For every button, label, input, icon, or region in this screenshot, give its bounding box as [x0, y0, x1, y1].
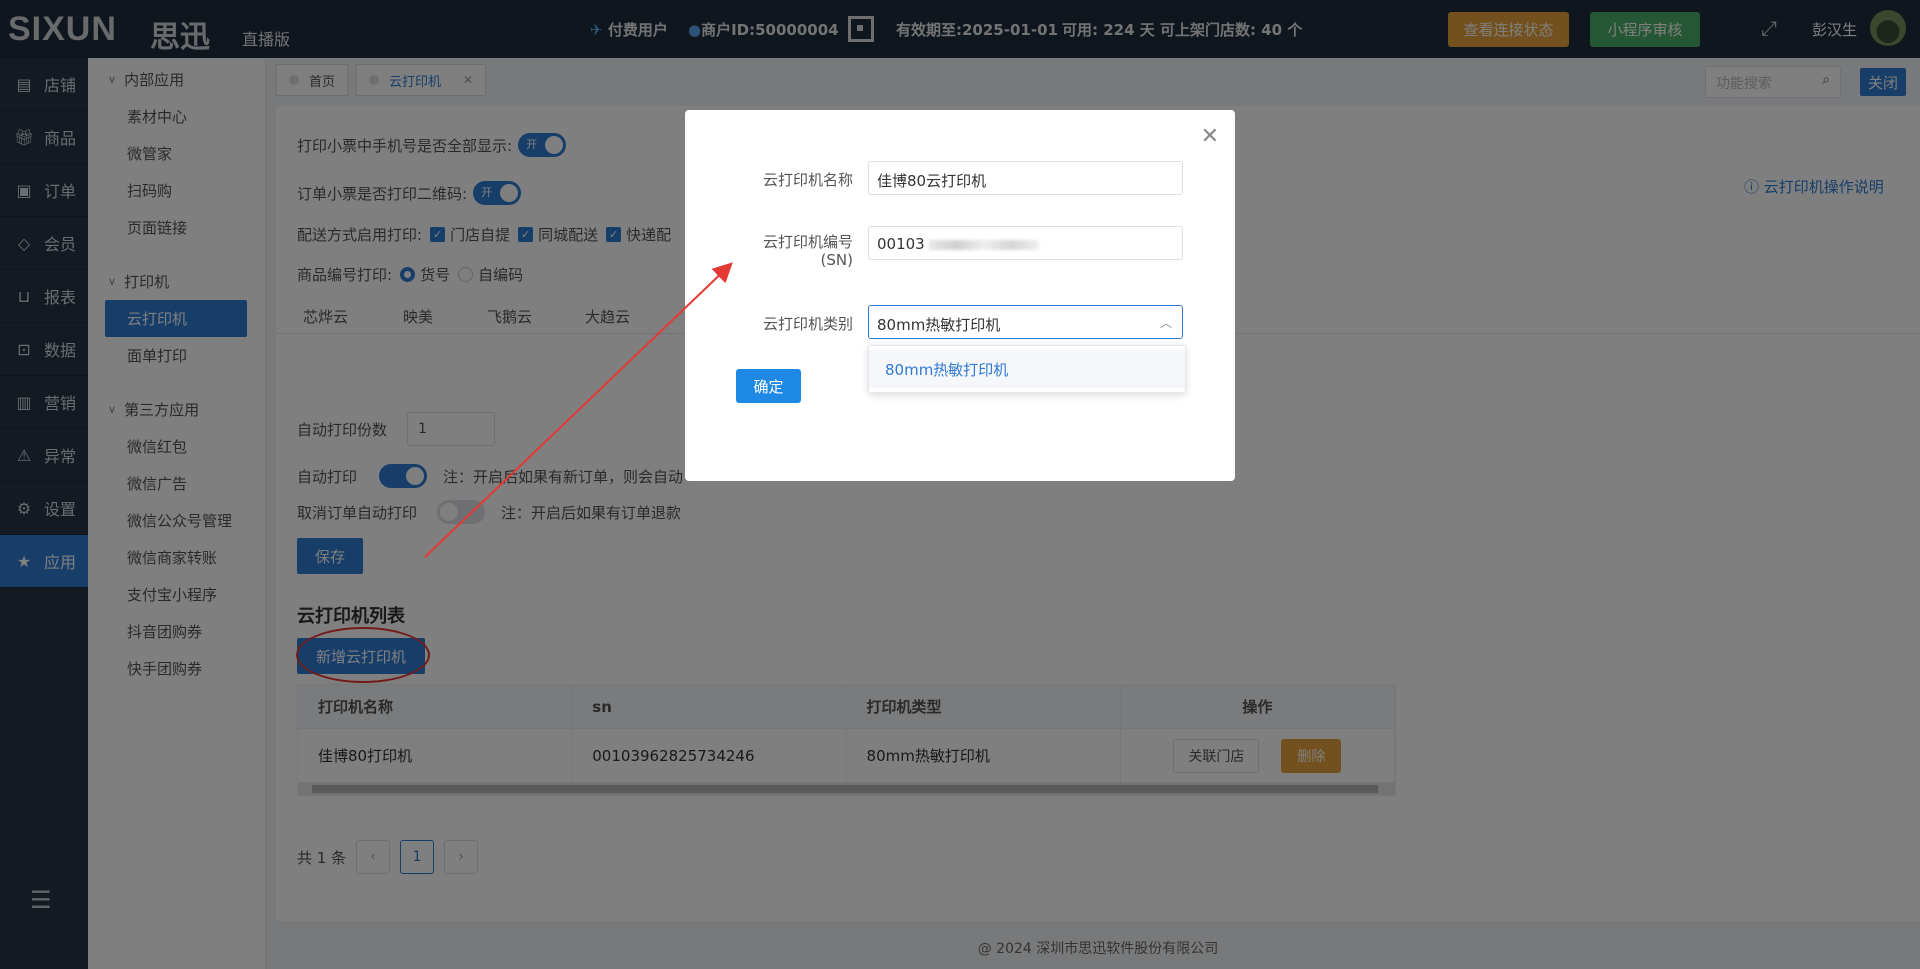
confirm-button[interactable]: 确定 — [736, 369, 801, 403]
blurred-text — [928, 239, 1039, 250]
dropdown-option[interactable]: 80mm热敏打印机 — [869, 350, 1185, 388]
printer-name-input[interactable]: 佳博80云打印机 — [868, 161, 1183, 195]
type-dropdown: 80mm热敏打印机 — [868, 345, 1186, 393]
add-printer-dialog: ✕ 云打印机名称 佳博80云打印机 云打印机编号 (SN) 00103 云打印机类… — [685, 110, 1235, 481]
name-label: 云打印机名称 — [762, 171, 853, 189]
close-icon[interactable]: ✕ — [1201, 124, 1219, 149]
chevron-up-icon: ︿ — [1159, 316, 1172, 330]
printer-sn-input[interactable]: 00103 — [868, 226, 1183, 260]
sn-label: 云打印机编号 (SN) — [762, 233, 853, 269]
printer-type-select[interactable]: 80mm热敏打印机 ︿ — [868, 305, 1183, 339]
type-label: 云打印机类别 — [762, 315, 853, 333]
